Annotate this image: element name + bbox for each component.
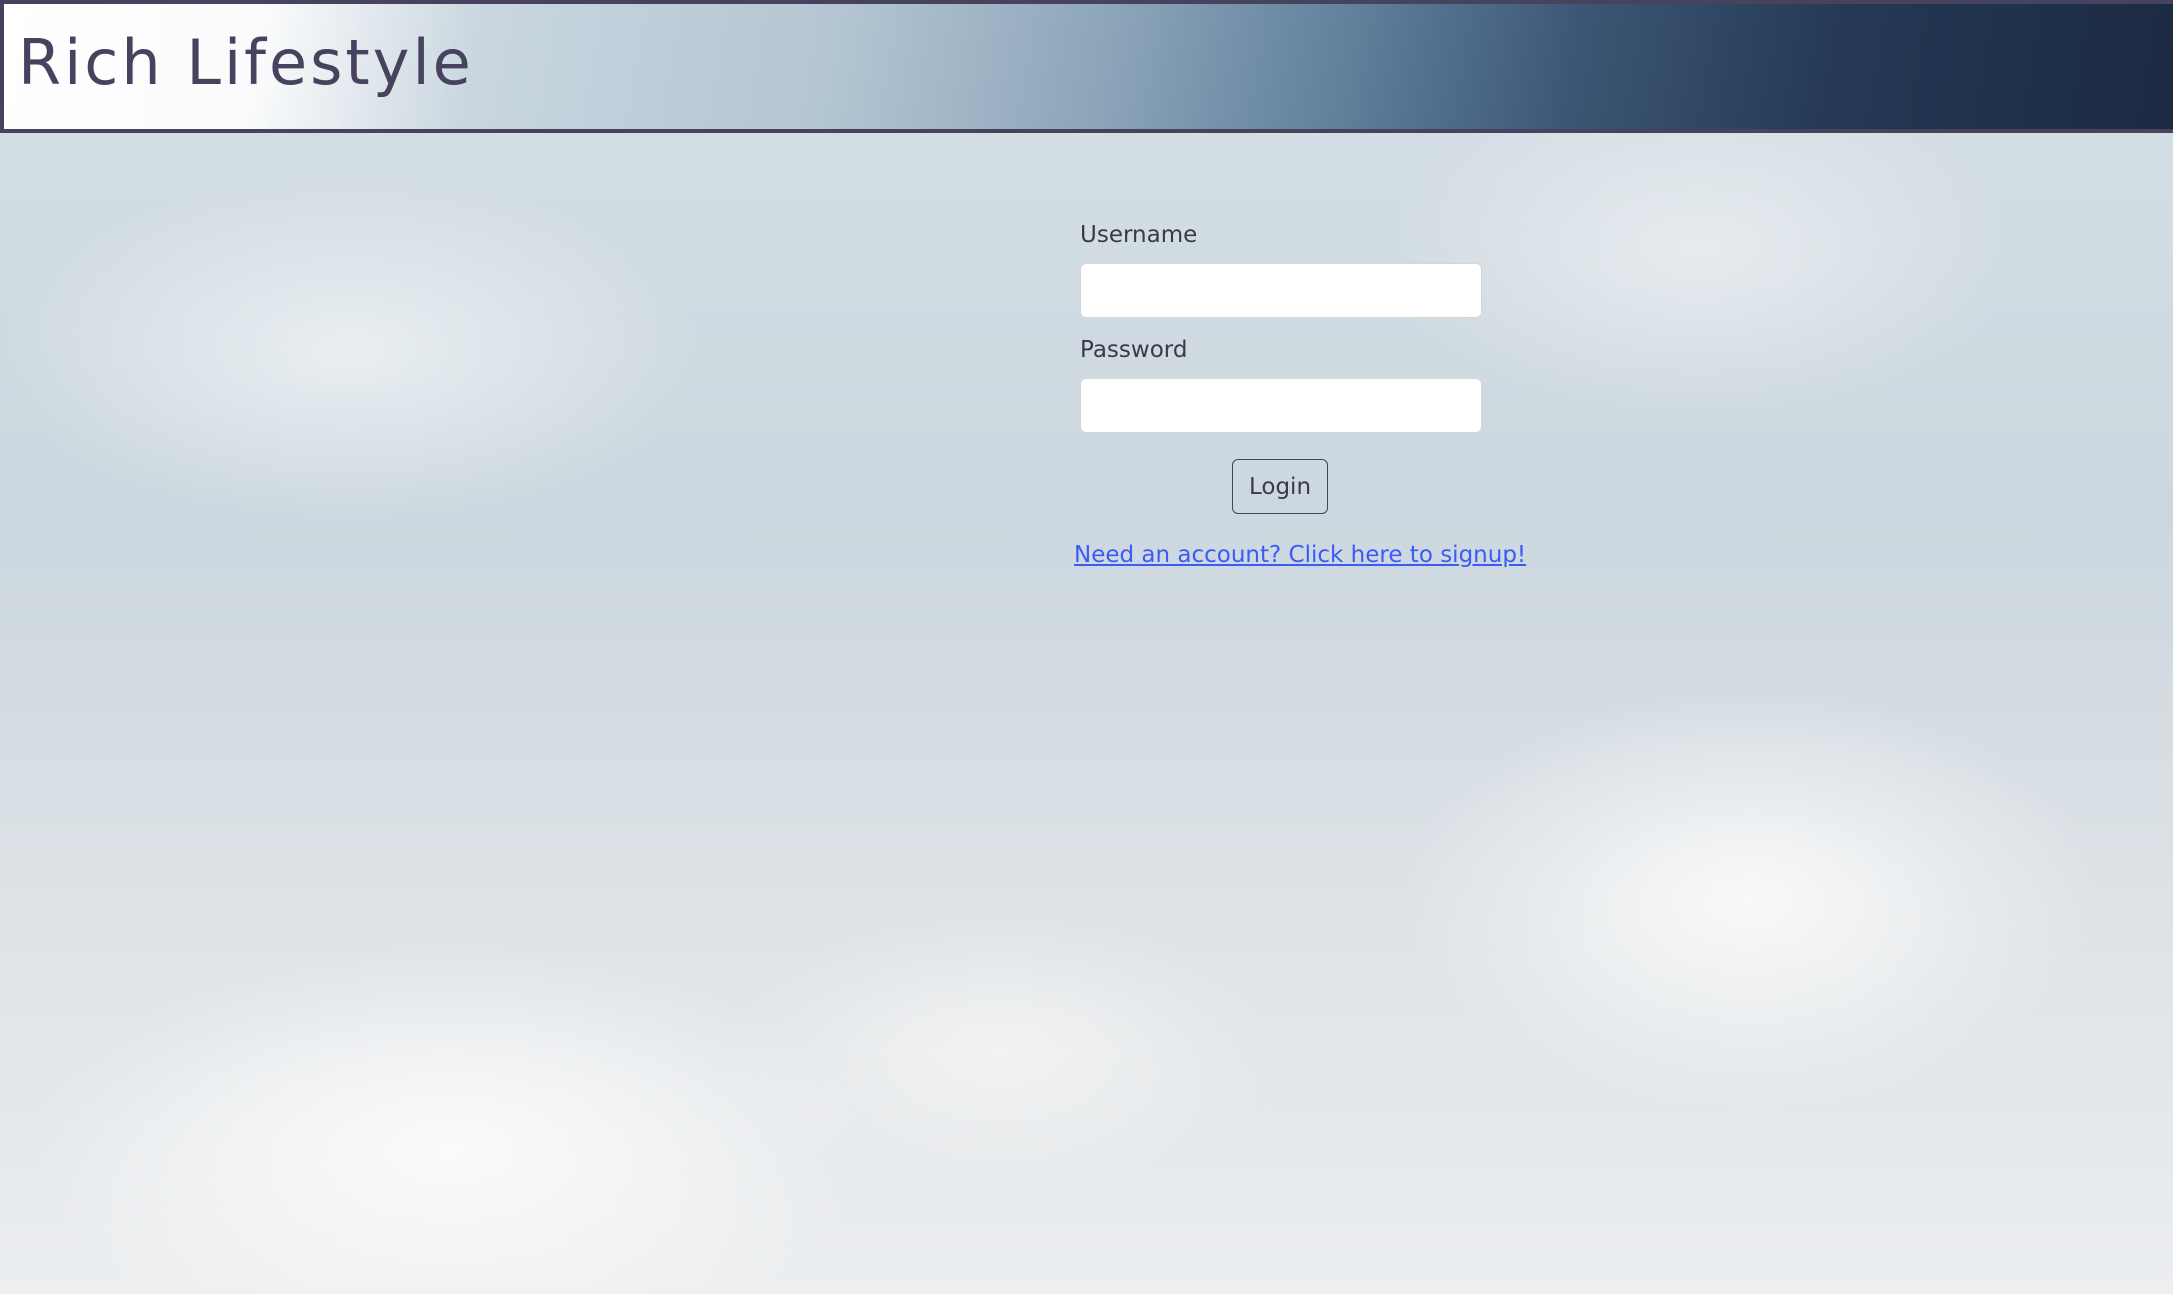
username-label: Username — [1080, 222, 1198, 248]
username-input[interactable] — [1080, 263, 1482, 318]
login-form: Username Password — [1080, 215, 1482, 445]
signup-link[interactable]: Need an account? Click here to signup! — [1074, 542, 1526, 568]
password-input[interactable] — [1080, 378, 1482, 433]
site-header: Rich Lifestyle — [0, 0, 2173, 133]
password-label: Password — [1080, 337, 1188, 363]
login-button[interactable]: Login — [1232, 459, 1328, 514]
site-title: Rich Lifestyle — [18, 26, 474, 99]
